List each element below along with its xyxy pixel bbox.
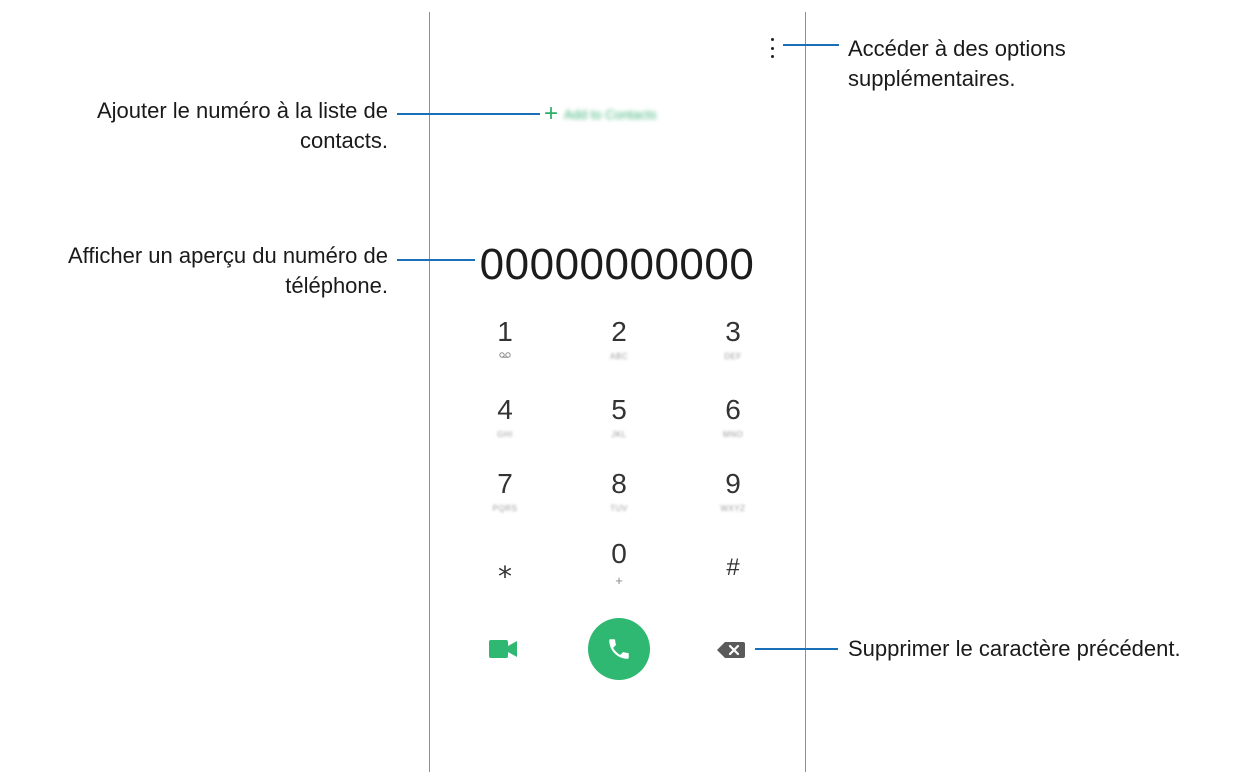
callout-add-to-contacts: Ajouter le numéro à la liste de contacts… bbox=[96, 98, 388, 153]
key-0[interactable]: 0 + bbox=[584, 538, 654, 604]
key-letters: ABC bbox=[610, 352, 628, 361]
key-digit: 9 bbox=[725, 468, 741, 499]
key-letters: WXYZ bbox=[720, 504, 746, 513]
callout-more-options: Accéder à des options supplémentaires. bbox=[848, 36, 1066, 91]
add-to-contacts-label: Add to Contacts bbox=[564, 106, 657, 122]
key-5[interactable]: 5 JKL bbox=[584, 394, 654, 460]
key-7[interactable]: 7 PQRS bbox=[470, 468, 540, 534]
phone-icon bbox=[609, 639, 629, 659]
key-digit: ⁎ bbox=[498, 552, 512, 583]
key-hash[interactable]: # bbox=[698, 552, 768, 618]
plus-icon: + bbox=[544, 100, 559, 127]
key-letters: TUV bbox=[610, 504, 628, 513]
key-6[interactable]: 6 MNO bbox=[698, 394, 768, 460]
key-letters: DEF bbox=[724, 352, 742, 361]
callout-line-more-options bbox=[783, 44, 839, 46]
key-4[interactable]: 4 GHI bbox=[470, 394, 540, 460]
key-2[interactable]: 2 ABC bbox=[584, 316, 654, 382]
callout-line-add-to-contacts bbox=[397, 113, 540, 115]
key-letters: GHI bbox=[497, 430, 513, 439]
key-letters: MNO bbox=[722, 430, 744, 439]
key-digit: 1 bbox=[497, 316, 513, 347]
add-to-contacts-button[interactable]: + Add to Contacts bbox=[544, 102, 657, 126]
call-button[interactable] bbox=[588, 618, 650, 680]
key-digit: 7 bbox=[497, 468, 513, 499]
key-9[interactable]: 9 WXYZ bbox=[698, 468, 768, 534]
key-digit: 3 bbox=[725, 316, 741, 347]
callout-preview-number: Afficher un aperçu du numéro de téléphon… bbox=[67, 243, 388, 298]
key-8[interactable]: 8 TUV bbox=[584, 468, 654, 534]
key-letters: + bbox=[615, 573, 623, 588]
key-digit: 4 bbox=[497, 394, 513, 425]
key-1[interactable]: 1 bbox=[470, 316, 540, 382]
key-digit: 0 bbox=[611, 538, 627, 569]
key-digit: 2 bbox=[611, 316, 627, 347]
video-call-icon[interactable] bbox=[488, 638, 518, 660]
phone-number-display: 00000000000 bbox=[479, 240, 755, 289]
key-3[interactable]: 3 DEF bbox=[698, 316, 768, 382]
phone-screen: + Add to Contacts 00000000000 1 2 ABC 3 … bbox=[429, 12, 806, 772]
callout-line-delete-char bbox=[755, 648, 838, 650]
voicemail-icon bbox=[499, 352, 511, 358]
key-letters: JKL bbox=[611, 430, 627, 439]
key-digit: 8 bbox=[611, 468, 627, 499]
backspace-icon[interactable] bbox=[716, 640, 746, 660]
callout-delete-char: Supprimer le caractère précédent. bbox=[848, 636, 1181, 661]
key-letters: PQRS bbox=[492, 504, 518, 513]
more-options-icon[interactable] bbox=[767, 38, 777, 58]
callout-line-preview-number bbox=[397, 259, 475, 261]
key-star[interactable]: ⁎ bbox=[470, 552, 540, 618]
key-digit: # bbox=[726, 554, 740, 581]
key-digit: 5 bbox=[611, 394, 627, 425]
key-digit: 6 bbox=[725, 394, 741, 425]
